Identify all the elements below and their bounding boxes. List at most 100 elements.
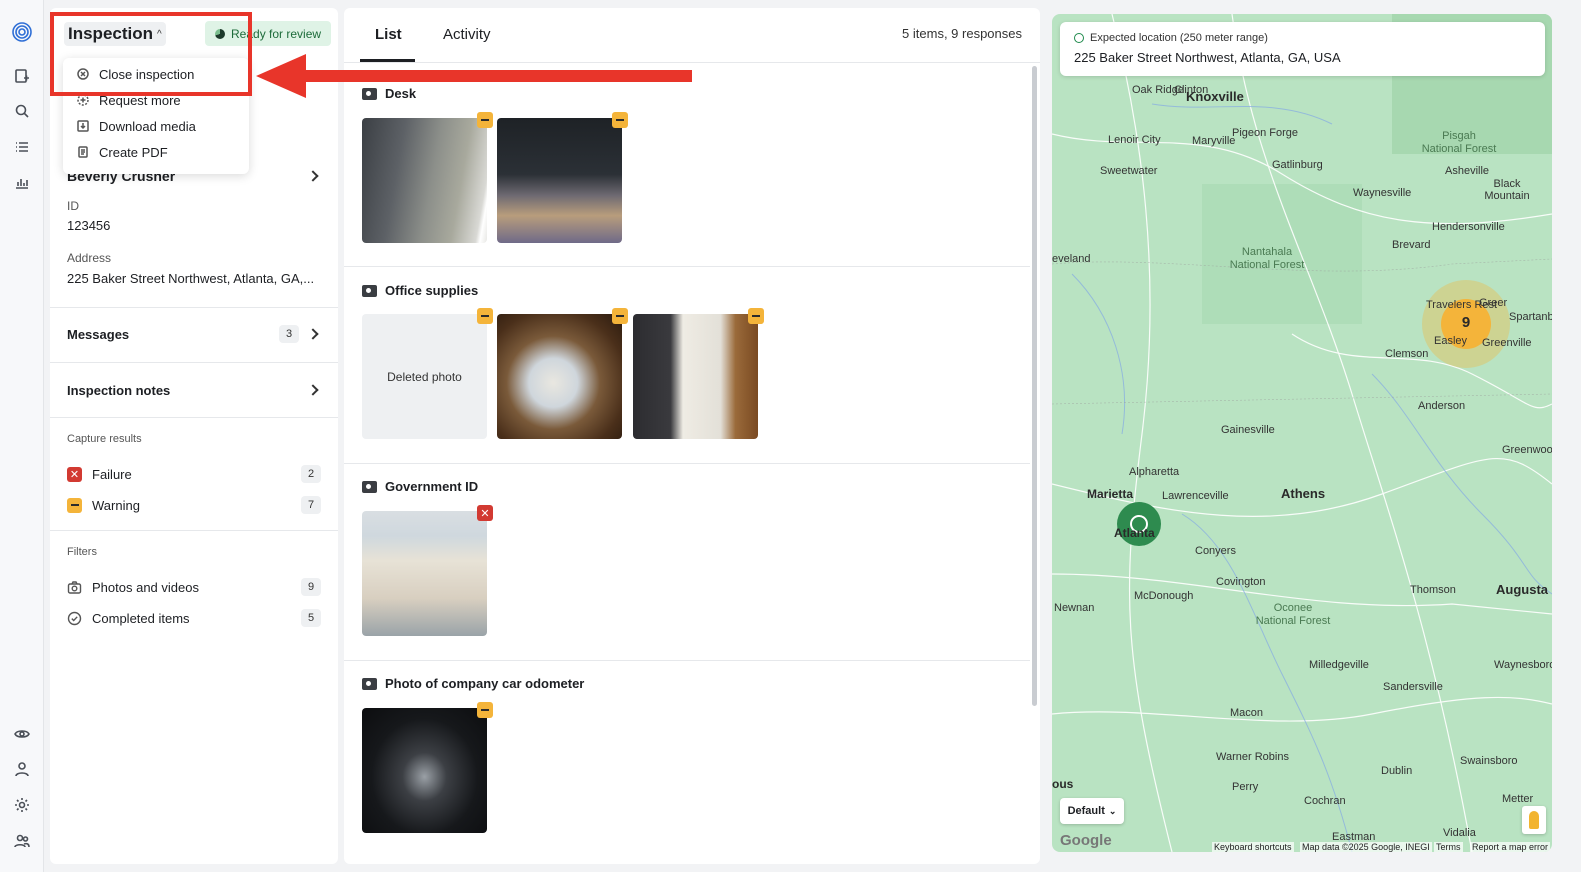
- map-label-thomson: Thomson: [1410, 584, 1456, 596]
- map-type-label: Default: [1067, 805, 1105, 817]
- chart-icon[interactable]: [12, 172, 32, 192]
- failure-label: Failure: [92, 466, 132, 482]
- terms-link[interactable]: Terms: [1434, 842, 1463, 852]
- map-label-perry: Perry: [1232, 781, 1259, 793]
- expected-location-label: Expected location (250 meter range): [1090, 32, 1268, 44]
- search-icon[interactable]: [12, 101, 32, 121]
- logo-icon[interactable]: [12, 22, 32, 42]
- report-map-error-link[interactable]: Report a map error: [1470, 842, 1551, 852]
- street-view-pegman-icon[interactable]: [1522, 806, 1546, 834]
- annotation-highlight-box: [50, 12, 252, 96]
- keyboard-shortcuts-link[interactable]: Keyboard shortcuts: [1212, 842, 1294, 852]
- id-card-image: [362, 511, 487, 636]
- user-icon[interactable]: [12, 759, 32, 779]
- photo-cluster-count[interactable]: 9: [1456, 314, 1476, 334]
- scrollbar[interactable]: [1032, 66, 1037, 706]
- section-title: Office supplies: [385, 283, 479, 298]
- photo-thumbnail[interactable]: [362, 702, 493, 833]
- warning-icon: [612, 112, 628, 128]
- map-label-sandersville: Sandersville: [1383, 681, 1443, 693]
- map-type-dropdown[interactable]: Default ⌄: [1060, 798, 1124, 824]
- camera-icon: [362, 284, 377, 297]
- warning-icon: [477, 702, 493, 718]
- map-label-greer: Greer: [1479, 297, 1508, 309]
- map-label-marietta: Marietta: [1087, 487, 1134, 501]
- failure-count: 2: [301, 465, 321, 483]
- add-inspection-icon[interactable]: [12, 66, 32, 86]
- photo-image: [362, 118, 487, 243]
- completed-items-count: 5: [301, 609, 321, 627]
- failure-filter[interactable]: ✕ Failure 2: [67, 463, 321, 485]
- map-view[interactable]: 9 Expected location (250 meter range) 22…: [1052, 14, 1552, 852]
- map-label-augusta: Augusta: [1496, 582, 1548, 597]
- menu-item-create-pdf[interactable]: Create PDF: [77, 142, 168, 162]
- section-title: Government ID: [385, 479, 479, 494]
- completed-items-filter[interactable]: Completed items 5: [67, 607, 321, 629]
- photo-thumbnail[interactable]: ✕: [362, 505, 493, 636]
- address-value: 225 Baker Street Northwest, Atlanta, GA,…: [67, 271, 315, 286]
- google-logo: Google: [1060, 832, 1112, 849]
- inspection-notes-row[interactable]: Inspection notes: [67, 379, 321, 401]
- map-label-oak-ridge: Oak Ridge: [1132, 84, 1184, 96]
- warning-filter[interactable]: Warning 7: [67, 494, 321, 516]
- tab-activity[interactable]: Activity: [443, 26, 491, 43]
- divider: [50, 307, 338, 308]
- expected-location-card: Expected location (250 meter range) 225 …: [1060, 22, 1545, 76]
- list-icon[interactable]: [12, 137, 32, 157]
- warning-icon: [748, 308, 764, 324]
- map-label-lenoir-city: Lenoir City: [1108, 134, 1161, 146]
- inspection-notes-label: Inspection notes: [67, 382, 171, 398]
- map-label-sweetwater: Sweetwater: [1100, 165, 1158, 177]
- menu-item-download-media[interactable]: Download media: [77, 116, 196, 136]
- document-icon: [78, 146, 88, 158]
- divider: [344, 463, 1030, 464]
- map-label-easley: Easley: [1434, 335, 1468, 347]
- photo-image: [362, 708, 487, 833]
- photo-thumbnail[interactable]: [633, 308, 764, 439]
- messages-row[interactable]: Messages 3: [67, 323, 321, 345]
- map-label-pisgah: Pisgah National Forest: [1421, 130, 1497, 155]
- section-title: Photo of company car odometer: [385, 676, 585, 691]
- divider: [344, 660, 1030, 661]
- deleted-photo-placeholder[interactable]: Deleted photo: [362, 308, 493, 439]
- map-label-cochran: Cochran: [1304, 795, 1346, 807]
- map-label-warner-robins: Warner Robins: [1216, 751, 1289, 763]
- photos-videos-filter[interactable]: Photos and videos 9: [67, 576, 321, 598]
- tab-list[interactable]: List: [375, 26, 402, 43]
- warning-icon: [612, 308, 628, 324]
- team-icon[interactable]: [12, 831, 32, 851]
- map-label-asheville: Asheville: [1445, 165, 1490, 177]
- photo-thumbnail[interactable]: [497, 112, 628, 243]
- gear-icon[interactable]: [12, 795, 32, 815]
- photo-thumbnail[interactable]: [362, 112, 493, 243]
- deleted-photo-label: Deleted photo: [362, 314, 487, 439]
- items-summary: 5 items, 9 responses: [902, 26, 1022, 41]
- map-label-columbus: ous: [1052, 777, 1074, 791]
- warning-label: Warning: [92, 497, 140, 513]
- menu-item-label: Create PDF: [99, 144, 168, 160]
- photo-thumbnail[interactable]: [497, 308, 628, 439]
- divider: [50, 417, 338, 418]
- map-label-waynesboro: Waynesboro: [1494, 659, 1552, 671]
- map-label-waynesville: Waynesville: [1353, 187, 1412, 199]
- map-label-clemson: Clemson: [1385, 348, 1429, 360]
- id-label: ID: [67, 199, 79, 213]
- map-label-gainesville: Gainesville: [1221, 424, 1275, 436]
- section-odometer: Photo of company car odometer: [362, 676, 584, 691]
- camera-icon: [362, 677, 377, 690]
- filters-title: Filters: [67, 546, 97, 558]
- map-label-lawrenceville: Lawrenceville: [1162, 490, 1229, 502]
- icon-rail: [0, 0, 44, 872]
- map-label-metter: Metter: [1502, 793, 1534, 805]
- section-government-id: Government ID: [362, 479, 478, 494]
- chevron-right-icon: [307, 328, 319, 340]
- map-label-covington: Covington: [1216, 576, 1266, 588]
- divider: [344, 266, 1030, 267]
- map-label-pigeon-forge: Pigeon Forge: [1232, 127, 1299, 139]
- chevron-right-icon: [307, 384, 319, 396]
- camera-icon: [362, 480, 377, 493]
- map-label-greenville: Greenville: [1482, 337, 1532, 349]
- map-label-maryville: Maryville: [1192, 135, 1236, 147]
- warning-icon: [477, 112, 493, 128]
- eye-icon[interactable]: [12, 724, 32, 744]
